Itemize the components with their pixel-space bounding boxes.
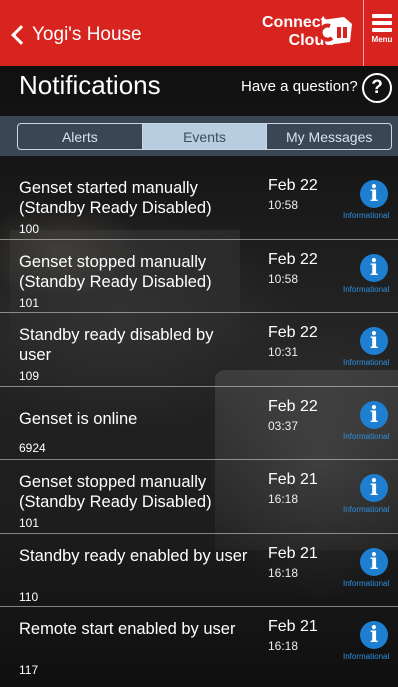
event-time: 16:18 (268, 639, 299, 653)
brand-logo: Connect Cloud (258, 14, 354, 54)
top-bar: Yogi's House Connect Cloud Menu (0, 0, 398, 66)
event-date: Feb 22 (268, 324, 318, 341)
menu-divider (363, 0, 364, 66)
question-circle-icon[interactable]: ? (362, 73, 392, 103)
event-message: Genset stopped manually (Standby Ready D… (19, 252, 212, 291)
event-level: Informational (343, 652, 390, 661)
back-button[interactable]: Yogi's House (8, 20, 142, 50)
event-message: Genset started manually (Standby Ready D… (19, 179, 212, 217)
event-list: Genset started manually (Standby Ready D… (0, 166, 398, 681)
chevron-left-icon (11, 25, 31, 45)
event-level: Informational (343, 284, 390, 294)
event-code: 6924 (19, 440, 46, 455)
event-message: Remote start enabled by user (19, 620, 236, 638)
event-message: Genset stopped manually (Standby Ready D… (19, 473, 212, 511)
event-date: Feb 21 (268, 471, 318, 488)
event-time: 03:37 (268, 418, 299, 433)
event-time: 10:58 (268, 271, 299, 286)
list-item[interactable]: Genset stopped manually (Standby Ready D… (0, 460, 398, 534)
menu-button[interactable]: Menu (366, 0, 398, 66)
event-message: Standby ready disabled by user (19, 326, 214, 364)
event-code: 101 (19, 295, 40, 310)
info-icon: i (360, 621, 388, 649)
hamburger-menu-icon (372, 14, 392, 35)
event-time: 10:31 (268, 345, 299, 359)
event-level: Informational (343, 211, 390, 220)
event-level: Informational (343, 358, 390, 367)
back-label: Yogi's House (32, 24, 142, 45)
event-time: 16:18 (268, 565, 299, 580)
event-code: 117 (19, 663, 39, 677)
info-icon: i (360, 474, 388, 502)
page-title: Notifications (19, 70, 161, 100)
event-time: 10:58 (268, 198, 299, 212)
tab-events[interactable]: Events (142, 124, 268, 149)
event-date: Feb 22 (268, 397, 318, 415)
event-date: Feb 22 (268, 177, 318, 194)
question-link[interactable]: Have a question? (241, 78, 358, 95)
list-item[interactable]: Standby ready disabled by user 109 Feb 2… (0, 313, 398, 387)
event-message: Standby ready enabled by user (19, 546, 248, 565)
event-date: Feb 21 (268, 544, 318, 562)
list-item[interactable]: Genset stopped manually (Standby Ready D… (0, 240, 398, 313)
event-date: Feb 22 (268, 250, 318, 268)
event-level: Informational (343, 578, 390, 588)
event-code: 101 (19, 516, 40, 530)
info-icon: i (360, 327, 388, 355)
event-code: 109 (19, 369, 40, 383)
info-icon: i (360, 253, 388, 282)
brand-line1: Connect (262, 14, 326, 31)
segmented-control: Alerts Events My Messages (17, 123, 392, 150)
menu-label: Menu (371, 35, 393, 44)
info-icon: i (360, 400, 388, 429)
list-item[interactable]: Remote start enabled by user 117 Feb 21 … (0, 607, 398, 681)
info-icon: i (360, 180, 388, 208)
tab-alerts[interactable]: Alerts (18, 124, 143, 149)
event-message: Genset is online (19, 409, 138, 428)
event-date: Feb 21 (268, 618, 318, 635)
tab-my-messages[interactable]: My Messages (267, 124, 391, 149)
event-code: 100 (19, 222, 40, 236)
info-icon: i (360, 547, 388, 576)
list-item[interactable]: Standby ready enabled by user 110 Feb 21… (0, 534, 398, 607)
list-item[interactable]: Genset is online 6924 Feb 22 03:37 i Inf… (0, 387, 398, 460)
list-item[interactable]: Genset started manually (Standby Ready D… (0, 166, 398, 240)
event-level: Informational (343, 431, 390, 441)
event-time: 16:18 (268, 492, 299, 506)
cummins-logo-icon (320, 17, 352, 45)
event-level: Informational (343, 505, 390, 514)
event-code: 110 (19, 589, 39, 604)
